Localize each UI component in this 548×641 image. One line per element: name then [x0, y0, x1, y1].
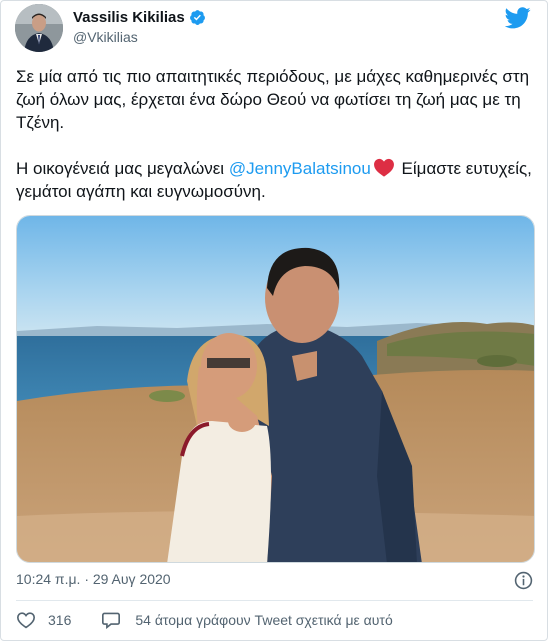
- red-heart-emoji: [373, 158, 394, 177]
- verified-badge-icon: [189, 10, 205, 25]
- like-count[interactable]: 316: [48, 612, 71, 628]
- info-icon[interactable]: [514, 571, 533, 590]
- divider: [16, 600, 533, 601]
- heart-outline-icon[interactable]: [16, 611, 36, 629]
- mention-link[interactable]: @JennyBalatsinou: [229, 159, 371, 178]
- talking-about-link[interactable]: 54 άτομα γράφουν Tweet σχετικά με αυτό: [135, 612, 392, 628]
- display-name[interactable]: Vassilis Kikilias: [73, 9, 185, 26]
- tweet-photo[interactable]: [16, 215, 535, 563]
- speech-bubble-icon[interactable]: [101, 611, 121, 629]
- handle[interactable]: @Vkikilias: [73, 29, 138, 45]
- tweet-card: Vassilis Kikilias @Vkikilias Σε μία από …: [0, 0, 548, 641]
- tweet-paragraph-2-start: Η οικογένειά μας μεγαλώνει: [16, 159, 229, 178]
- twitter-bird-icon[interactable]: [505, 7, 531, 29]
- name-row: Vassilis Kikilias: [73, 9, 206, 26]
- tweet-paragraph-1: Σε μία από τις πιο απαιτητικές περιόδους…: [16, 67, 534, 132]
- tweet-actions: 316 54 άτομα γράφουν Tweet σχετικά με αυ…: [16, 611, 393, 629]
- avatar[interactable]: [15, 4, 63, 52]
- tweet-timestamp[interactable]: 10:24 π.μ. · 29 Αυγ 2020: [16, 571, 171, 587]
- tweet-header: Vassilis Kikilias @Vkikilias: [15, 1, 535, 53]
- tweet-text: Σε μία από τις πιο απαιτητικές περιόδους…: [16, 65, 536, 203]
